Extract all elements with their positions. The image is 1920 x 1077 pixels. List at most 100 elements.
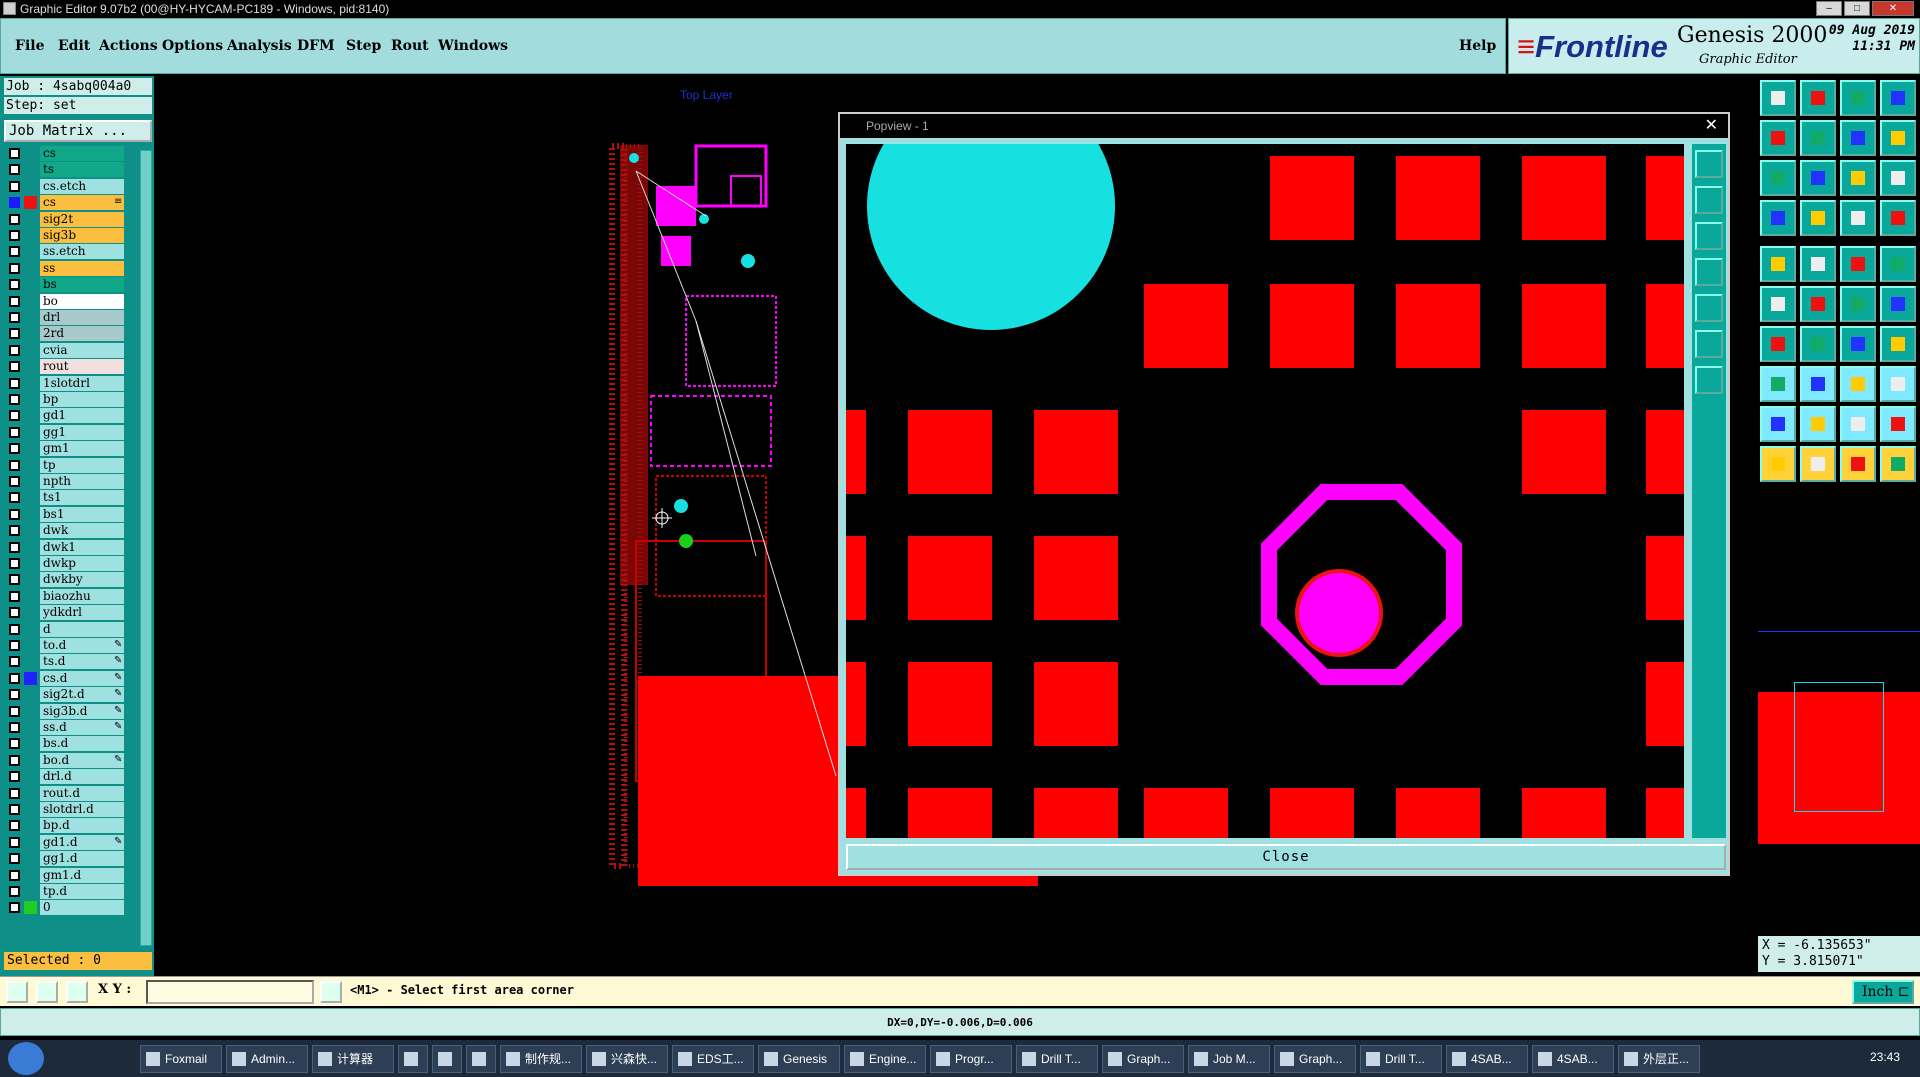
layer-checkbox[interactable] [9,262,20,274]
layer-row[interactable]: sig3b [2,228,138,243]
layer-checkbox[interactable] [9,672,20,684]
layer-row[interactable]: gm1.d [2,867,138,883]
layer-row[interactable]: npth [2,474,138,489]
layer-checkbox[interactable] [9,377,20,389]
layer-name[interactable]: dwkby [40,572,124,588]
taskbar-item[interactable]: Graph... [1102,1045,1184,1073]
layer-row[interactable]: gg1 [2,424,138,440]
layer-checkbox[interactable] [9,853,20,865]
taskbar-item[interactable]: Genesis [758,1045,840,1073]
layer-checkbox[interactable] [9,902,20,914]
tool-button-5-icon[interactable] [1760,120,1796,156]
menu-rout[interactable]: Rout [391,38,429,54]
layer-row[interactable]: dwkp [2,556,138,571]
layer-name[interactable]: gm1.d [40,867,124,883]
taskbar-item[interactable]: Drill T... [1360,1045,1442,1073]
tool-button-11-icon[interactable] [1840,160,1876,196]
layer-checkbox[interactable] [9,230,20,241]
layer-row[interactable]: 0 [2,900,138,916]
tool-button-30-icon[interactable] [1800,366,1836,402]
tool-button-21-icon[interactable] [1760,286,1796,322]
tool-button-29-icon[interactable] [1760,366,1796,402]
popview-tool-4-icon[interactable] [1695,258,1723,286]
taskbar-item[interactable]: Engine... [844,1045,926,1073]
taskbar-item[interactable]: 兴森快... [586,1045,668,1073]
layer-row[interactable]: bs.d [2,736,138,752]
layer-name[interactable]: biaozhu [40,588,124,604]
layer-checkbox[interactable] [9,689,20,701]
layer-checkbox[interactable] [9,705,20,717]
tool-button-27-icon[interactable] [1840,326,1876,362]
layer-row[interactable]: cs [2,146,138,161]
layer-row[interactable]: d [2,621,138,637]
layer-checkbox[interactable] [9,508,20,520]
tool-button-37-icon[interactable] [1760,446,1796,482]
layer-name[interactable]: ss.etch [40,244,124,260]
layer-checkbox[interactable] [9,787,20,799]
layer-name[interactable]: bs1 [40,506,124,522]
layer-name[interactable]: ss [40,260,124,276]
layer-checkbox[interactable] [9,148,20,159]
layer-row[interactable]: cvia [2,342,138,358]
layer-name[interactable]: drl [40,310,124,325]
layer-checkbox[interactable] [9,295,20,307]
layer-name[interactable]: sig2t [40,211,124,227]
layer-row[interactable]: to.d ✎ [2,638,138,653]
tool-button-36-icon[interactable] [1880,406,1916,442]
popview-tool-1-icon[interactable] [1695,150,1723,178]
layer-row[interactable]: dwk1 [2,539,138,555]
layer-name[interactable]: ts [40,162,124,178]
grid-icon[interactable] [66,981,88,1003]
tool-button-38-icon[interactable] [1800,446,1836,482]
menu-step[interactable]: Step [346,38,381,54]
layer-name[interactable]: gg1.d [40,851,124,867]
layer-checkbox[interactable] [9,443,20,455]
tool-button-9-icon[interactable] [1760,160,1796,196]
layer-name[interactable]: rout.d [40,785,124,801]
layer-name[interactable]: 2rd [40,326,124,342]
tool-button-12-icon[interactable] [1880,160,1916,196]
maximize-button[interactable]: □ [1844,1,1870,16]
menu-options[interactable]: Options [162,38,223,54]
tool-button-2-icon[interactable] [1800,80,1836,116]
tool-button-19-icon[interactable] [1840,246,1876,282]
layer-checkbox[interactable] [9,590,20,602]
layer-row[interactable]: biaozhu [2,588,138,604]
taskbar-item[interactable]: Graph... [1274,1045,1356,1073]
popview-close-icon[interactable]: ✕ [1705,114,1718,138]
close-window-button[interactable]: ✕ [1872,1,1914,16]
layer-checkbox[interactable] [9,197,20,209]
layer-row[interactable]: tp [2,457,138,473]
layer-name[interactable]: slotdrl.d [40,802,124,817]
tool-button-17-icon[interactable] [1760,246,1796,282]
layer-name[interactable]: cs.d [40,670,124,686]
layer-name[interactable]: 0 [40,900,124,916]
menu-windows[interactable]: Windows [438,38,508,54]
layer-row[interactable]: slotdrl.d [2,802,138,817]
tool-button-33-icon[interactable] [1760,406,1796,442]
layer-name[interactable]: 1slotdrl [40,375,124,391]
menu-analysis[interactable]: Analysis [227,38,292,54]
layer-row[interactable]: bp [2,392,138,407]
unit-selector[interactable]: Inch ⊏ [1852,980,1914,1004]
layer-row[interactable]: cs.d ✎ [2,670,138,686]
layer-name[interactable]: gg1 [40,424,124,440]
layer-row[interactable]: rout [2,359,138,375]
layer-name[interactable]: ss.d [40,720,124,735]
layer-name[interactable]: gd1 [40,408,124,424]
layer-name[interactable]: tp.d [40,884,124,899]
layer-row[interactable]: gg1.d [2,851,138,867]
tool-button-8-icon[interactable] [1880,120,1916,156]
layer-name[interactable]: cvia [40,342,124,358]
layer-row[interactable]: bo [2,293,138,309]
layer-name[interactable]: bp.d [40,818,124,834]
tool-button-23-icon[interactable] [1840,286,1876,322]
menu-edit[interactable]: Edit [58,38,90,54]
tool-button-7-icon[interactable] [1840,120,1876,156]
taskbar-item[interactable]: 4SAB... [1446,1045,1528,1073]
taskbar-item[interactable]: 4SAB... [1532,1045,1614,1073]
snap-tool-2-icon[interactable] [36,981,58,1003]
popview-close-button[interactable]: Close [846,844,1726,870]
layer-name[interactable]: gm1 [40,441,124,457]
layer-row[interactable]: tp.d [2,884,138,899]
